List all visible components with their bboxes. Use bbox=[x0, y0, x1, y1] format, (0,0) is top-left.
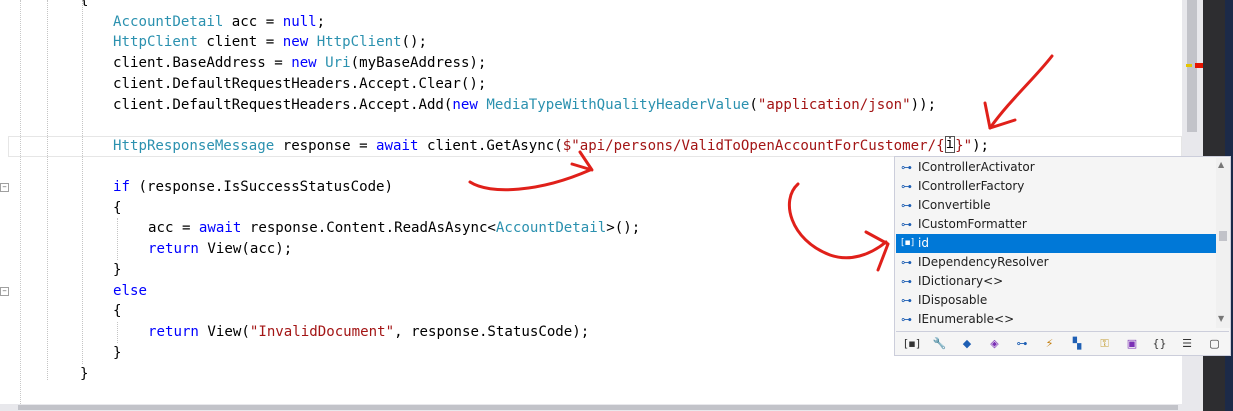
annotation-arrow-curve bbox=[788, 182, 888, 260]
annotation-overlay bbox=[468, 54, 1054, 272]
annotation-arrow-left bbox=[468, 168, 592, 192]
annotation-arrow-left-head bbox=[570, 150, 594, 172]
annotation-arrow-top bbox=[988, 54, 1054, 130]
